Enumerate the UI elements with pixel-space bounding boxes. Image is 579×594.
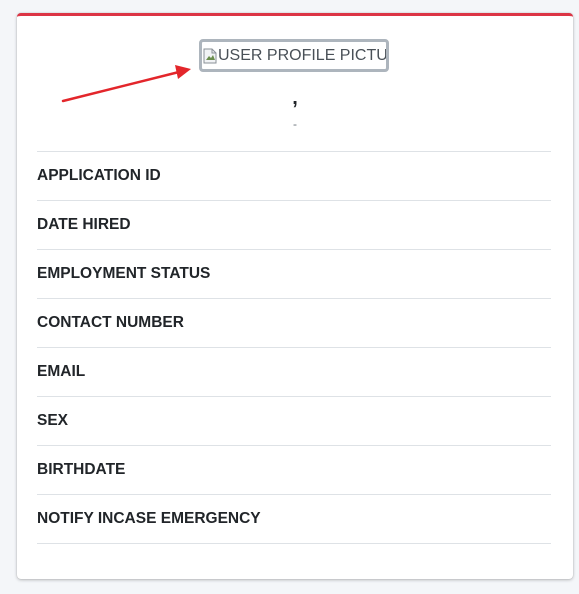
list-item-sex: SEX xyxy=(37,397,551,446)
list-item-birthdate: BIRTHDATE xyxy=(37,446,551,495)
list-item-contact-number: CONTACT NUMBER xyxy=(37,299,551,348)
user-profile-picture: USER PROFILE PICTURE xyxy=(199,39,389,72)
profile-name: , xyxy=(292,87,298,109)
list-item-application-id: APPLICATION ID xyxy=(37,152,551,201)
profile-picture-alt-text: USER PROFILE PICTURE xyxy=(218,46,388,64)
list-item-notify-incase-emergency: NOTIFY INCASE EMERGENCY xyxy=(37,495,551,544)
list-item-email: EMAIL xyxy=(37,348,551,397)
employee-details-list: APPLICATION ID DATE HIRED EMPLOYMENT STA… xyxy=(37,151,551,544)
list-item-employment-status: EMPLOYMENT STATUS xyxy=(37,250,551,299)
list-item-date-hired: DATE HIRED xyxy=(37,201,551,250)
profile-card: USER PROFILE PICTURE , - APPLICATION ID … xyxy=(17,13,573,579)
profile-position: - xyxy=(293,117,297,131)
broken-image-icon xyxy=(203,48,217,64)
